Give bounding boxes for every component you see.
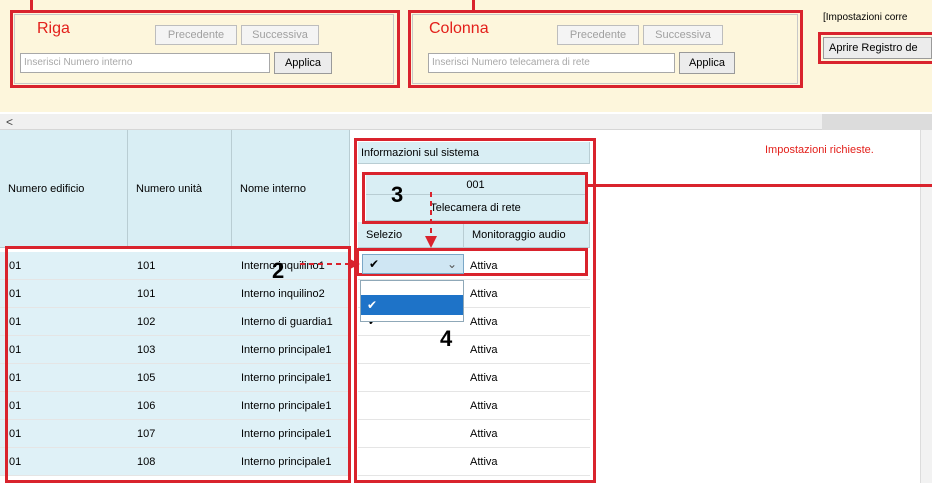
cell-audio-monitoring[interactable]: Attiva: [464, 420, 590, 448]
extension-camera-grid: Numero edificio Numero unità Nome intern…: [0, 130, 932, 483]
cell-unit-number: 103: [128, 336, 232, 364]
cell-selection[interactable]: [358, 420, 464, 448]
table-row[interactable]: 01 108 Interno principale1 Attiva: [0, 448, 600, 476]
cell-building-number: 01: [0, 336, 128, 364]
cell-extension-name: Interno principale1: [232, 364, 350, 392]
cell-selection[interactable]: [358, 392, 464, 420]
cell-building-number: 01: [0, 364, 128, 392]
cell-audio-monitoring[interactable]: Attiva: [464, 364, 590, 392]
table-row[interactable]: 01 101 Interno inquilino2 Attiva: [0, 280, 600, 308]
column-apply-button[interactable]: Applica: [679, 52, 735, 74]
column-filter-pointer: [472, 0, 475, 12]
cell-extension-name: Interno principale1: [232, 392, 350, 420]
callout-2: 2: [272, 258, 285, 283]
cell-unit-number: 101: [128, 280, 232, 308]
dropdown-value: ✔: [369, 257, 380, 271]
header-unit-number: Numero unità: [128, 130, 232, 248]
horizontal-scrollbar[interactable]: <: [0, 114, 932, 130]
grid-rows: 01101Interno inquilino1✔Attiva01101Inter…: [0, 252, 600, 483]
cell-extension-name: Interno principale1: [232, 336, 350, 364]
cell-audio-monitoring[interactable]: Attiva: [464, 252, 590, 280]
selection-dropdown[interactable]: ✔ ⌄: [362, 254, 464, 274]
scrollbar-track-end: [822, 114, 932, 130]
cell-extension-name: Interno di guardia1: [232, 308, 350, 336]
cell-unit-number: 108: [128, 448, 232, 476]
scroll-left-icon[interactable]: <: [6, 115, 13, 129]
cell-unit-number: 105: [128, 364, 232, 392]
callout-3: 3: [391, 182, 404, 207]
header-system-info: Informazioni sul sistema: [358, 142, 590, 164]
row-apply-button[interactable]: Applica: [274, 52, 332, 74]
cell-unit-number: 102: [128, 308, 232, 336]
cell-audio-monitoring[interactable]: Attiva: [464, 448, 590, 476]
required-settings-text: Impostazioni richieste.: [765, 144, 874, 156]
vertical-scrollbar[interactable]: [920, 130, 932, 483]
cell-audio-monitoring[interactable]: Attiva: [464, 308, 590, 336]
cell-unit-number: 107: [128, 420, 232, 448]
table-row[interactable]: 01 103 Interno principale1 Attiva: [0, 336, 600, 364]
selection-dropdown-list[interactable]: ✔: [360, 280, 464, 322]
cell-building-number: 01: [0, 420, 128, 448]
column-filter-title: Colonna: [429, 20, 489, 37]
cell-extension-name: Interno principale1: [232, 420, 350, 448]
column-filter-group: Colonna Precedente Successiva Inserisci …: [412, 14, 798, 84]
table-row[interactable]: 01 107 Interno principale1 Attiva: [0, 420, 600, 448]
row-next-button[interactable]: Successiva: [241, 25, 319, 45]
cell-audio-monitoring[interactable]: Attiva: [464, 336, 590, 364]
table-row[interactable]: 01 105 Interno principale1 Attiva: [0, 364, 600, 392]
cell-building-number: 01: [0, 252, 128, 280]
cell-building-number: 01: [0, 280, 128, 308]
cell-selection[interactable]: [358, 364, 464, 392]
cell-building-number: 01: [0, 448, 128, 476]
required-settings-heading: [Impostazioni corre: [823, 12, 908, 23]
header-audio-monitoring: Monitoraggio audio: [464, 222, 590, 248]
camera-number-input[interactable]: Inserisci Numero telecamera di rete: [428, 53, 675, 73]
open-registry-button[interactable]: Aprire Registro de: [823, 37, 932, 59]
cell-selection[interactable]: [358, 448, 464, 476]
cell-extension-name: Interno principale1: [232, 448, 350, 476]
row-filter-title: Riga: [37, 20, 70, 37]
row-prev-button[interactable]: Precedente: [155, 25, 237, 45]
filter-toolbar: Riga Precedente Successiva Inserisci Num…: [0, 0, 932, 112]
cell-extension-name: Interno inquilino2: [232, 280, 350, 308]
callout-2-arrow-icon: [300, 259, 360, 269]
camera-header-pointer: [588, 184, 932, 187]
callout-4: 4: [440, 326, 453, 351]
cell-audio-monitoring[interactable]: Attiva: [464, 280, 590, 308]
table-row[interactable]: 01 106 Interno principale1 Attiva: [0, 392, 600, 420]
cell-building-number: 01: [0, 392, 128, 420]
row-filter-pointer: [30, 0, 33, 12]
cell-building-number: 01: [0, 308, 128, 336]
header-extension-name: Nome interno: [232, 130, 350, 248]
row-number-input[interactable]: Inserisci Numero interno: [20, 53, 270, 73]
cell-unit-number: 106: [128, 392, 232, 420]
header-select-column: Selezio: [358, 222, 464, 248]
row-filter-group: Riga Precedente Successiva Inserisci Num…: [14, 14, 394, 84]
table-row[interactable]: 01 102 Interno di guardia1 ✔ Attiva: [0, 308, 600, 336]
cell-audio-monitoring[interactable]: Attiva: [464, 392, 590, 420]
cell-unit-number: 101: [128, 252, 232, 280]
header-building-number: Numero edificio: [0, 130, 128, 248]
dropdown-option-checked[interactable]: ✔: [361, 295, 463, 315]
column-next-button[interactable]: Successiva: [643, 25, 723, 45]
column-prev-button[interactable]: Precedente: [557, 25, 639, 45]
chevron-down-icon[interactable]: ⌄: [447, 257, 457, 271]
callout-3-arrow-icon: [425, 192, 437, 248]
